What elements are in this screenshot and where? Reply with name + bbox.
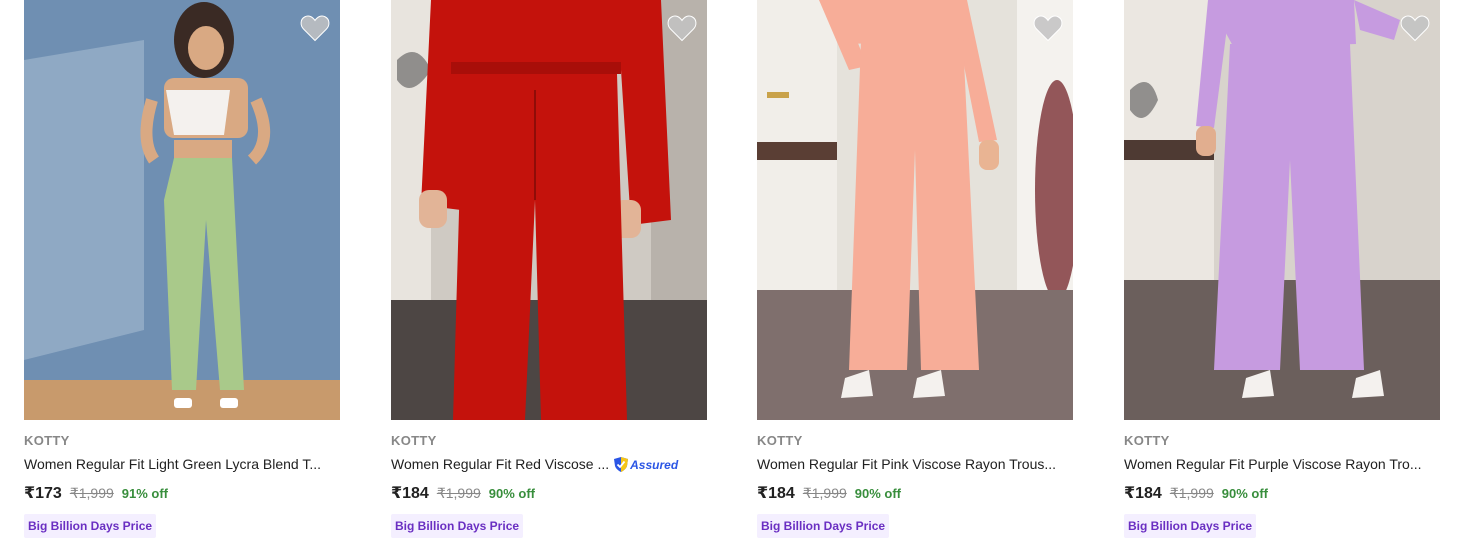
selling-price: ₹184 <box>1124 485 1162 502</box>
shield-check-icon <box>614 457 629 472</box>
price-row: ₹184 ₹1,999 90% off <box>391 483 707 503</box>
price-row: ₹173 ₹1,999 91% off <box>24 483 340 503</box>
product-image[interactable] <box>24 0 340 420</box>
product-brand: KOTTY <box>391 433 437 448</box>
product-brand: KOTTY <box>1124 433 1170 448</box>
assured-badge: Assured <box>613 456 678 473</box>
heart-icon[interactable] <box>1033 14 1063 42</box>
selling-price: ₹184 <box>391 485 429 502</box>
discount-percent: 90% off <box>854 486 902 501</box>
big-billion-days-badge: Big Billion Days Price <box>757 514 890 538</box>
big-billion-days-badge: Big Billion Days Price <box>1124 514 1257 538</box>
original-price: ₹1,999 <box>69 485 114 501</box>
product-title[interactable]: Women Regular Fit Purple Viscose Rayon T… <box>1124 455 1422 474</box>
selling-price: ₹184 <box>757 485 795 502</box>
discount-percent: 91% off <box>121 486 169 501</box>
price-row: ₹184 ₹1,999 90% off <box>1124 483 1440 503</box>
big-billion-days-badge: Big Billion Days Price <box>391 514 524 538</box>
original-price: ₹1,999 <box>1169 485 1214 501</box>
product-title[interactable]: Women Regular Fit Light Green Lycra Blen… <box>24 455 321 474</box>
product-title[interactable]: Women Regular Fit Pink Viscose Rayon Tro… <box>757 455 1056 474</box>
product-card[interactable]: KOTTY Women Regular Fit Light Green Lycr… <box>24 0 340 543</box>
product-image[interactable] <box>757 0 1073 420</box>
discount-percent: 90% off <box>1221 486 1269 501</box>
heart-icon[interactable] <box>300 14 330 42</box>
product-card[interactable]: KOTTY Women Regular Fit Red Viscose ... … <box>391 0 707 543</box>
big-billion-days-badge: Big Billion Days Price <box>24 514 157 538</box>
heart-icon[interactable] <box>1400 14 1430 42</box>
original-price: ₹1,999 <box>436 485 481 501</box>
product-card[interactable]: KOTTY Women Regular Fit Purple Viscose R… <box>1124 0 1440 543</box>
original-price: ₹1,999 <box>802 485 847 501</box>
product-image[interactable] <box>391 0 707 420</box>
product-image[interactable] <box>1124 0 1440 420</box>
product-brand: KOTTY <box>24 433 70 448</box>
price-row: ₹184 ₹1,999 90% off <box>757 483 1073 503</box>
product-card[interactable]: KOTTY Women Regular Fit Pink Viscose Ray… <box>757 0 1073 543</box>
heart-icon[interactable] <box>667 14 697 42</box>
product-brand: KOTTY <box>757 433 803 448</box>
selling-price: ₹173 <box>24 485 62 502</box>
product-grid: KOTTY Women Regular Fit Light Green Lycr… <box>0 0 1459 543</box>
product-title[interactable]: Women Regular Fit Red Viscose ... <box>391 455 609 474</box>
assured-label: Assured <box>630 457 679 472</box>
discount-percent: 90% off <box>488 486 536 501</box>
